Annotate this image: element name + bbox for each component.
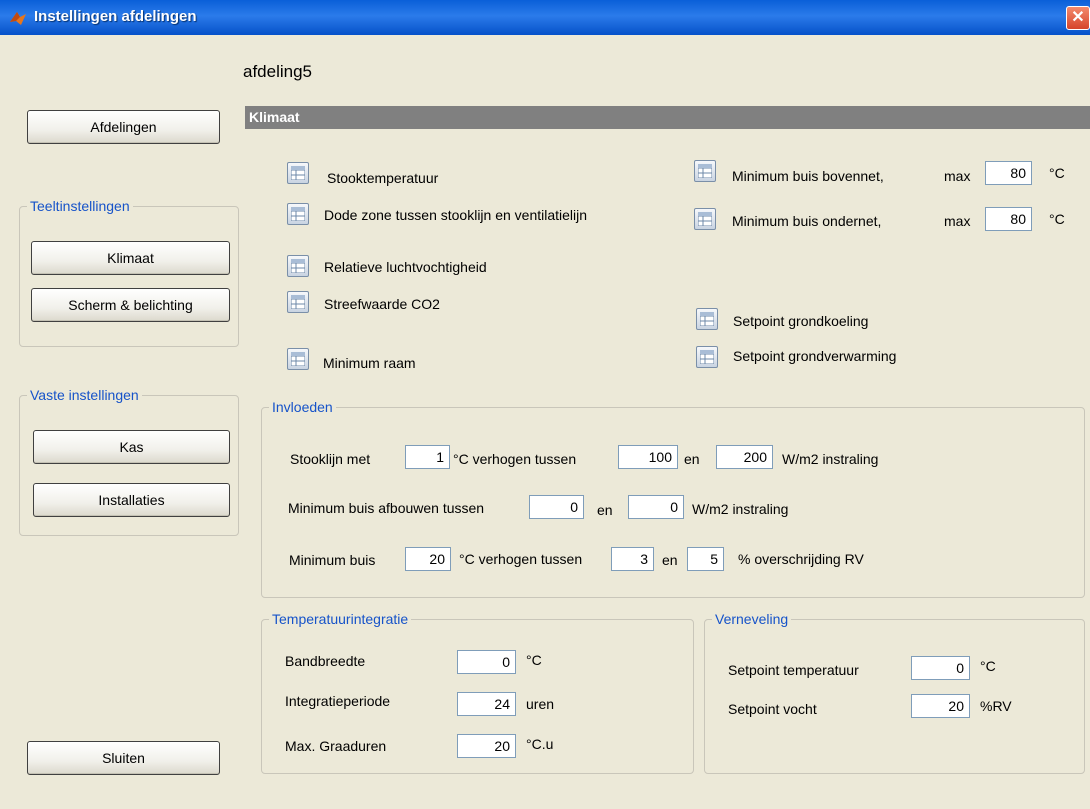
table-icon[interactable]: [694, 160, 716, 182]
table-icon[interactable]: [287, 203, 309, 225]
setpoint-vocht-unit: %RV: [980, 698, 1012, 714]
buis-bovennet-max-label: max: [944, 168, 971, 184]
setpoint-vocht-field[interactable]: 20: [911, 694, 970, 718]
minimum-buis-mid-label: °C verhogen tussen: [459, 551, 583, 567]
window-title: Instellingen afdelingen: [34, 8, 197, 25]
afdelingen-button[interactable]: Afdelingen: [27, 110, 220, 144]
table-icon[interactable]: [694, 208, 716, 230]
bandbreedte-unit: °C: [526, 652, 542, 668]
dode-zone-label: Dode zone tussen stooklijn en ventilatie…: [324, 207, 588, 223]
matlab-icon: [10, 12, 26, 25]
buis-ondernet-max-field[interactable]: 80: [985, 207, 1032, 231]
klimaat-button[interactable]: Klimaat: [31, 241, 230, 275]
relatieve-luchtvochtigheid-label: Relatieve luchtvochtigheid: [324, 259, 487, 275]
verneveling-title: Verneveling: [712, 611, 792, 627]
bandbreedte-label: Bandbreedte: [285, 653, 366, 669]
afbouwen-en-label: en: [597, 502, 613, 518]
table-icon[interactable]: [287, 348, 309, 370]
buis-bovennet-label: Minimum buis bovennet,: [732, 168, 884, 184]
afbouwen-van-field[interactable]: 0: [529, 495, 584, 519]
graaduren-unit: °C.u: [526, 736, 554, 752]
stooklijn-tot-field[interactable]: 200: [716, 445, 773, 469]
buis-ondernet-unit: °C: [1049, 211, 1065, 227]
table-icon[interactable]: [287, 162, 309, 184]
stooklijn-mid-label: °C verhogen tussen: [453, 451, 577, 467]
minimum-buis-van-field[interactable]: 3: [611, 547, 654, 571]
table-icon[interactable]: [696, 346, 718, 368]
stooklijn-verhoging-field[interactable]: 1: [405, 445, 450, 469]
minimum-buis-verhoging-field[interactable]: 20: [405, 547, 451, 571]
department-name: afdeling5: [243, 62, 313, 81]
vaste-instellingen-title: Vaste instellingen: [27, 387, 142, 403]
table-icon[interactable]: [287, 255, 309, 277]
stooklijn-label: Stooklijn met: [290, 451, 371, 467]
sluiten-button[interactable]: Sluiten: [27, 741, 220, 775]
buis-bovennet-max-field[interactable]: 80: [985, 161, 1032, 185]
setpoint-temperatuur-label: Setpoint temperatuur: [728, 662, 859, 678]
table-icon[interactable]: [696, 308, 718, 330]
stooktemperatuur-label: Stooktemperatuur: [327, 170, 439, 186]
buis-bovennet-unit: °C: [1049, 165, 1065, 181]
minimum-buis-tot-field[interactable]: 5: [687, 547, 724, 571]
bandbreedte-field[interactable]: 0: [457, 650, 516, 674]
teeltinstellingen-group: Teeltinstellingen: [19, 198, 239, 347]
minimum-buis-tail-label: % overschrijding RV: [738, 551, 864, 567]
scherm-belichting-button[interactable]: Scherm & belichting: [31, 288, 230, 322]
afbouwen-tail-label: W/m2 instraling: [692, 501, 789, 517]
window-client-area: afdeling5 Afdelingen Teeltinstellingen K…: [0, 35, 1090, 809]
setpoint-temperatuur-field[interactable]: 0: [911, 656, 970, 680]
afbouwen-label: Minimum buis afbouwen tussen: [288, 500, 485, 516]
minimum-raam-label: Minimum raam: [323, 355, 416, 371]
window-titlebar: Instellingen afdelingen ✕: [0, 0, 1090, 35]
streefwaarde-co2-label: Streefwaarde CO2: [324, 296, 440, 312]
minimum-buis-label: Minimum buis: [289, 552, 376, 568]
minimum-buis-en-label: en: [662, 552, 678, 568]
table-icon[interactable]: [287, 291, 309, 313]
temperatuurintegratie-title: Temperatuurintegratie: [269, 611, 412, 627]
integratieperiode-label: Integratieperiode: [285, 693, 391, 709]
invloeden-title: Invloeden: [269, 399, 336, 415]
integratieperiode-field[interactable]: 24: [457, 692, 516, 716]
afbouwen-tot-field[interactable]: 0: [628, 495, 684, 519]
installaties-button[interactable]: Installaties: [33, 483, 230, 517]
teeltinstellingen-title: Teeltinstellingen: [27, 198, 133, 214]
graaduren-field[interactable]: 20: [457, 734, 516, 758]
setpoint-temperatuur-unit: °C: [980, 658, 996, 674]
grondverwarming-label: Setpoint grondverwarming: [733, 348, 897, 364]
stooklijn-van-field[interactable]: 100: [618, 445, 678, 469]
verneveling-group: Verneveling: [704, 611, 1085, 774]
grondkoeling-label: Setpoint grondkoeling: [733, 313, 869, 329]
klimaat-header: Klimaat: [245, 106, 1090, 129]
integratieperiode-unit: uren: [526, 696, 555, 712]
graaduren-label: Max. Graaduren: [285, 738, 387, 754]
buis-ondernet-max-label: max: [944, 213, 971, 229]
close-icon[interactable]: ✕: [1066, 6, 1090, 30]
stooklijn-tail-label: W/m2 instraling: [782, 451, 879, 467]
stooklijn-en-label: en: [684, 451, 700, 467]
kas-button[interactable]: Kas: [33, 430, 230, 464]
setpoint-vocht-label: Setpoint vocht: [728, 701, 817, 717]
buis-ondernet-label: Minimum buis ondernet,: [732, 213, 882, 229]
